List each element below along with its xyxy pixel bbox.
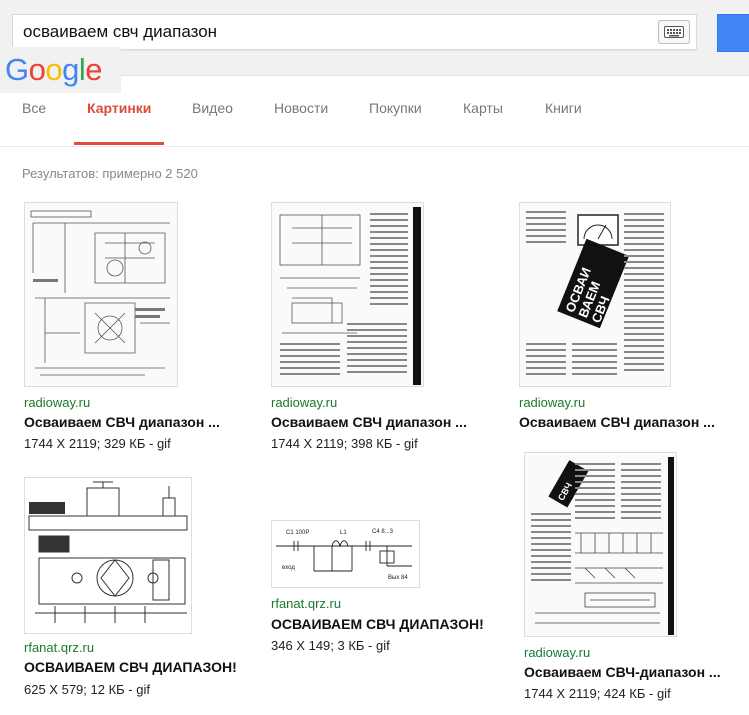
image-meta: 1744 X 2119; 398 КБ - gif [271, 436, 418, 451]
results-count: Результатов: примерно 2 520 [22, 166, 198, 181]
search-box[interactable] [12, 14, 697, 50]
search-input[interactable] [23, 21, 653, 43]
image-title[interactable]: Осваиваем СВЧ диапазон ... [271, 414, 493, 430]
image-title[interactable]: ОСВАИВАЕМ СВЧ ДИАПАЗОН! [24, 659, 254, 675]
image-thumbnail[interactable] [24, 202, 178, 387]
image-source[interactable]: radioway.ru [524, 645, 590, 660]
image-title[interactable]: Осваиваем СВЧ диапазон ... [24, 414, 246, 430]
search-tabs: Все Картинки Видео Новости Покупки Карты… [0, 98, 749, 147]
image-meta: 1744 X 2119; 424 КБ - gif [524, 686, 671, 701]
image-source[interactable]: radioway.ru [271, 395, 337, 410]
image-thumbnail[interactable] [271, 202, 424, 387]
image-meta: 1744 X 2119; 329 КБ - gif [24, 436, 171, 451]
tab-all[interactable]: Все [22, 100, 46, 116]
logo-letter: o [45, 52, 63, 87]
tab-news[interactable]: Новости [274, 100, 328, 116]
tab-images[interactable]: Картинки [87, 100, 151, 116]
active-tab-indicator [74, 142, 164, 145]
image-title[interactable]: Осваиваем СВЧ-диапазон ... [524, 664, 742, 680]
image-source[interactable]: rfanat.qrz.ru [271, 596, 341, 611]
search-button[interactable] [717, 14, 749, 52]
tab-shopping[interactable]: Покупки [369, 100, 422, 116]
logo-letter: g [62, 52, 79, 87]
image-meta: 346 X 149; 3 КБ - gif [271, 638, 390, 653]
logo-letter: G [5, 52, 29, 87]
svg-text:Вых 84: Вых 84 [388, 575, 408, 581]
image-source[interactable]: radioway.ru [519, 395, 585, 410]
keyboard-icon[interactable] [658, 20, 690, 44]
google-logo[interactable]: Google [0, 47, 121, 93]
image-title[interactable]: ОСВАИВАЕМ СВЧ ДИАПАЗОН! [271, 616, 501, 632]
image-source[interactable]: radioway.ru [24, 395, 90, 410]
image-thumbnail[interactable]: СВЧ [524, 452, 677, 637]
svg-text:C4 8...3: C4 8...3 [372, 529, 394, 535]
image-thumbnail[interactable]: C1 100P L1 C4 8...3 вход Вых 84 [271, 520, 420, 588]
image-title[interactable]: Осваиваем СВЧ диапазон ... [519, 414, 741, 430]
logo-letter: o [28, 52, 46, 87]
logo-letter: e [85, 52, 103, 87]
image-thumbnail[interactable]: ОСВАИ ВАЕМ СВЧ [519, 202, 671, 387]
image-meta: 625 X 579; 12 КБ - gif [24, 682, 150, 697]
tab-maps[interactable]: Карты [463, 100, 503, 116]
svg-text:вход: вход [282, 565, 295, 571]
svg-text:L1: L1 [340, 530, 347, 536]
svg-text:C1 100P: C1 100P [286, 530, 309, 536]
tab-video[interactable]: Видео [192, 100, 233, 116]
image-thumbnail[interactable] [24, 477, 192, 634]
tab-books[interactable]: Книги [545, 100, 582, 116]
image-source[interactable]: rfanat.qrz.ru [24, 640, 94, 655]
